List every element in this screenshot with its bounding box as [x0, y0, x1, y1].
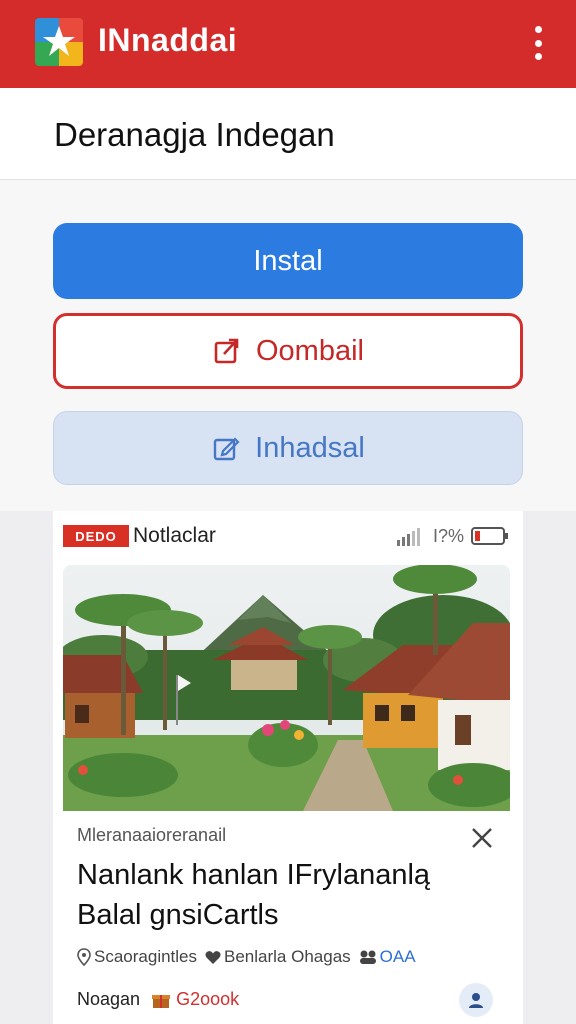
- card-headline[interactable]: Nanlank hanlan IFrylananlą Balal gnsiCar…: [77, 855, 497, 935]
- location-pin-icon: [77, 948, 91, 966]
- card-footer: Noagan G2oook: [77, 989, 239, 1010]
- action-buttons: Instal Oombail Inhadsal: [0, 181, 576, 511]
- download-button-label: Oombail: [256, 334, 364, 367]
- install-button[interactable]: Instal: [53, 223, 523, 299]
- heart-icon: [205, 950, 221, 964]
- app-bar: INnaddai: [0, 0, 576, 88]
- share-square-icon: [214, 338, 239, 364]
- tag-row: Scaoragintles Benlarla Ohagas OAA: [77, 947, 424, 967]
- footer-label: Noagan: [77, 989, 141, 1009]
- star-logo-icon[interactable]: [35, 18, 83, 66]
- edit-square-icon: [213, 437, 240, 461]
- news-card[interactable]: DEDO Notlaclar I?% Mleranaaioreranail Na…: [53, 511, 523, 1024]
- status-tag: DEDO: [63, 525, 129, 547]
- tag-heart[interactable]: Benlarla Ohagas: [205, 947, 351, 967]
- tag-label: OAA: [379, 947, 416, 966]
- page-header: Deranagja Indegan: [0, 88, 576, 180]
- profile-button[interactable]: [459, 983, 493, 1017]
- gift-box-icon: [152, 994, 171, 1008]
- content-area: DEDO Notlaclar I?% Mleranaaioreranail Na…: [0, 511, 576, 1024]
- battery-text: I?%: [433, 526, 465, 546]
- footer-highlight[interactable]: G2oook: [176, 989, 239, 1010]
- secondary-button-label: Inhadsal: [255, 431, 365, 464]
- tag-label: Scaoragintles: [94, 947, 198, 966]
- tag-location[interactable]: Scaoragintles: [77, 947, 197, 967]
- app-title: INnaddai: [98, 22, 238, 58]
- tag-label: Benlarla Ohagas: [224, 947, 351, 966]
- tag-group[interactable]: OAA: [359, 947, 416, 967]
- battery-icon: [471, 527, 508, 545]
- secondary-install-button[interactable]: Inhadsal: [53, 411, 523, 485]
- meta-label: Mleranaaioreranail: [77, 825, 227, 845]
- install-button-label: Instal: [253, 244, 323, 277]
- close-icon[interactable]: [469, 825, 495, 851]
- status-name: Notlaclar: [133, 524, 216, 547]
- page-title: Deranagja Indegan: [54, 116, 335, 153]
- kebab-menu-icon[interactable]: [526, 26, 550, 60]
- download-button[interactable]: Oombail: [53, 313, 523, 389]
- person-icon: [469, 993, 483, 1008]
- group-icon: [359, 950, 376, 964]
- signal-icon: [397, 528, 420, 546]
- village-photo[interactable]: [63, 565, 510, 811]
